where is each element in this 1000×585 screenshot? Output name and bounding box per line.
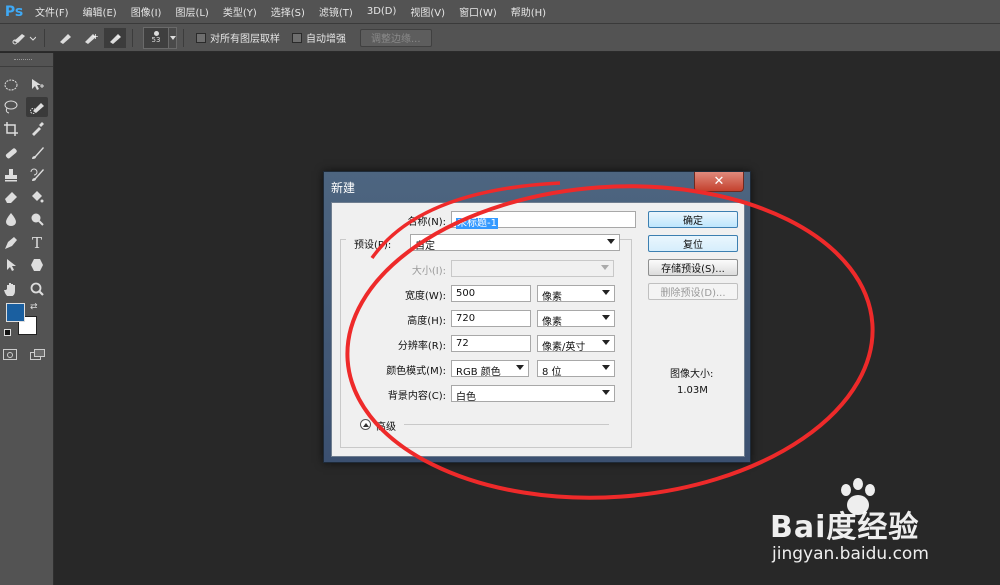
baidu-jingyan-watermark: Bai度经验 jingyan.baidu.com bbox=[770, 478, 990, 578]
photoshop-window: Ps 文件(F) 编辑(E) 图像(I) 图层(L) 类型(Y) 选择(S) 滤… bbox=[0, 0, 1000, 585]
watermark-url: jingyan.baidu.com bbox=[772, 544, 929, 564]
annotation-ring bbox=[345, 184, 875, 500]
watermark-brand: Bai度经验 bbox=[770, 510, 920, 545]
